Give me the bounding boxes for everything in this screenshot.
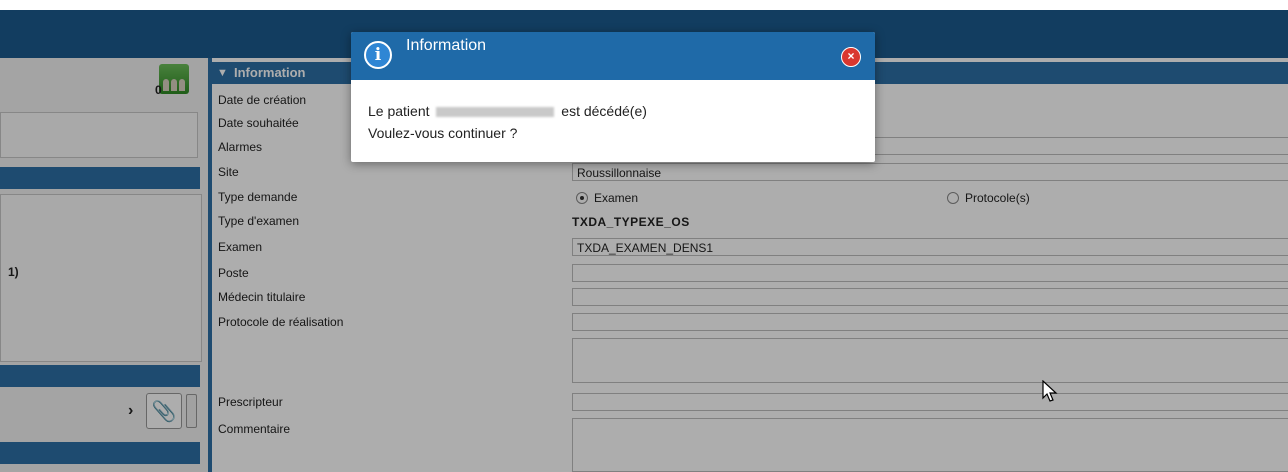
dialog-message-line1: Le patient est décédé(e) [368, 103, 647, 119]
dialog-header[interactable]: i Information × [351, 32, 875, 80]
mouse-cursor-icon [1042, 380, 1058, 402]
dialog-message-line2: Voulez-vous continuer ? [368, 125, 518, 141]
message-suffix: est décédé(e) [561, 103, 647, 119]
message-prefix: Le patient [368, 103, 430, 119]
info-icon: i [364, 41, 392, 69]
close-button[interactable]: × [841, 47, 861, 67]
dialog-title: Information [406, 37, 487, 54]
information-dialog: i Information × Le patient est décédé(e)… [351, 32, 875, 162]
redacted-patient-name [436, 107, 555, 118]
